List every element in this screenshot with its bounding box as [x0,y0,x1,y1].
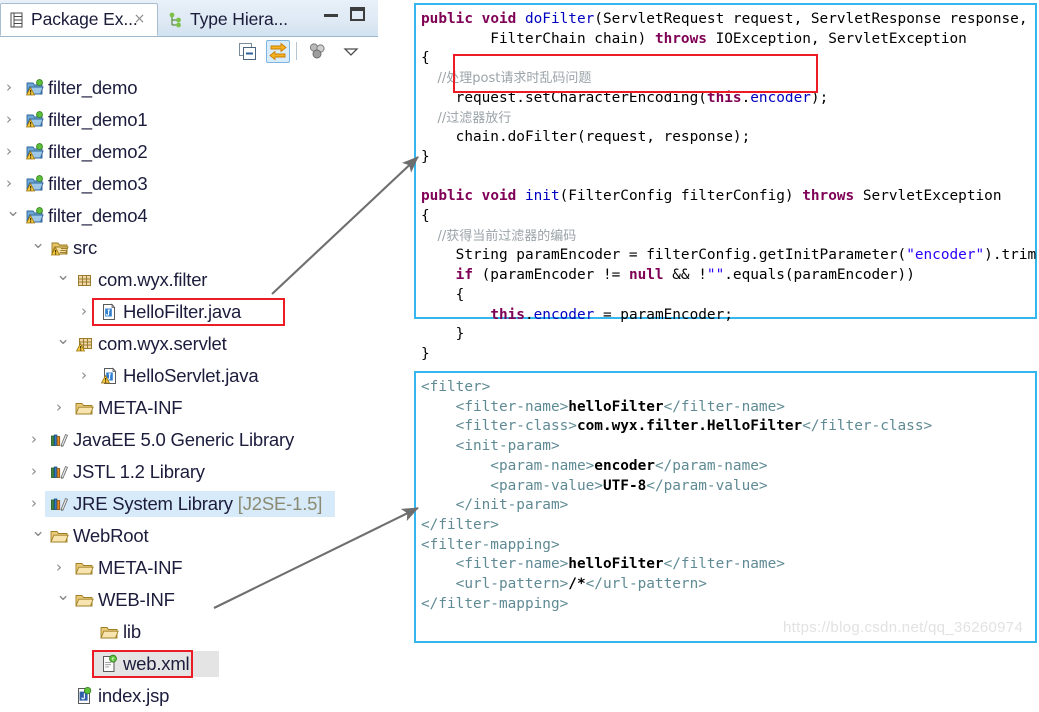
package-explorer-view: Package Ex... × Type Hiera... › filter_d… [0,0,400,706]
twisty-collapsed-icon[interactable]: › [56,400,68,415]
tree-item-filter-demo[interactable]: › filter_demo [0,72,400,104]
tab-close-icon[interactable]: × [133,12,146,26]
tree-item-com-wyx-filter[interactable]: ⌄ com.wyx.filter [0,264,400,296]
twisty-collapsed-icon[interactable]: › [31,496,43,511]
twisty-collapsed-icon[interactable]: › [6,176,18,191]
twisty-collapsed-icon[interactable]: › [6,112,18,127]
library-icon [49,494,69,514]
tree-item-lib[interactable]: lib [0,616,400,648]
view-window-buttons [322,4,374,26]
folder-icon [74,558,94,578]
tree-item-jre-system-library[interactable]: › JRE System Library [J2SE-1.5] [0,488,400,520]
folder-icon [49,526,69,546]
tree-item-label: JRE System Library [J2SE-1.5] [73,493,323,514]
tree-item-meta-inf[interactable]: › META-INF [0,552,400,584]
tree-item-meta-inf[interactable]: › META-INF [0,392,400,424]
tab-label: Package Ex... [31,9,138,29]
tree-item-index-jsp[interactable]: index.jsp [0,680,400,712]
java-source-panel: public void doFilter(ServletRequest requ… [414,3,1039,362]
twisty-collapsed-icon[interactable]: › [31,432,43,447]
java-project-icon [24,78,44,98]
view-tabstrip: Package Ex... × Type Hiera... [0,0,378,37]
toolbar-separator [296,42,297,60]
java-project-icon [24,206,44,226]
tree-item-label: WebRoot [73,525,149,546]
twisty-expanded-icon[interactable]: ⌄ [31,523,45,540]
twisty-expanded-icon[interactable]: ⌄ [31,235,45,252]
link-with-editor-icon[interactable] [266,40,290,63]
screenshot-root: Package Ex... × Type Hiera... › filter_d… [0,0,1039,706]
tree-item-label: META-INF [98,397,183,418]
tree-item-label: WEB-INF [98,589,175,610]
tree-item-highlight-box [92,650,194,678]
tree-item-label: JSTL 1.2 Library [73,461,205,482]
tree-item-helloservlet-java[interactable]: › HelloServlet.java [0,360,400,392]
tree-item-label-suffix: [J2SE-1.5] [232,493,323,514]
library-icon [49,430,69,450]
tree-item-javaee-5-0-generic-library[interactable]: › JavaEE 5.0 Generic Library [0,424,400,456]
tab-label: Type Hiera... [190,9,288,29]
tree-item-jstl-1-2-library[interactable]: › JSTL 1.2 Library [0,456,400,488]
java-project-icon [24,174,44,194]
tree-item-hellofilter-java[interactable]: › HelloFilter.java [0,296,400,328]
tab-package-explorer[interactable]: Package Ex... × [0,3,158,36]
tree-item-label: com.wyx.servlet [98,333,227,354]
chevron-down-icon[interactable] [340,40,364,63]
twisty-collapsed-icon[interactable]: › [6,144,18,159]
folder-icon [74,398,94,418]
tree-item-filter-demo2[interactable]: › filter_demo2 [0,136,400,168]
tree-item-web-xml[interactable]: e web.xml [0,648,400,680]
twisty-expanded-icon[interactable]: ⌄ [56,587,70,604]
twisty-collapsed-icon[interactable]: › [81,368,93,383]
source-folder-icon [49,238,69,258]
package-warning-icon [74,334,94,354]
xml-code-text: <filter> <filter-name>helloFilter</filte… [421,379,933,612]
tree-item-label: META-INF [98,557,183,578]
twisty-collapsed-icon[interactable]: › [6,80,18,95]
tree-item-filter-demo4[interactable]: ⌄ filter_demo4 [0,200,400,232]
twisty-expanded-icon[interactable]: ⌄ [6,203,20,220]
view-toolbar [0,37,378,67]
java-file-warning-icon [99,366,119,386]
twisty-collapsed-icon[interactable]: › [56,560,68,575]
tree-item-label: src [73,237,98,258]
type-hierarchy-icon [168,12,184,28]
package-icon [74,270,94,290]
tree-item-label: HelloServlet.java [123,365,259,386]
tree-item-label: index.jsp [98,685,170,706]
twisty-expanded-icon[interactable]: ⌄ [56,331,70,348]
tree-item-highlight-box [92,298,286,326]
maximize-icon[interactable] [350,7,365,21]
tree-item-filter-demo1[interactable]: › filter_demo1 [0,104,400,136]
java-project-icon [24,110,44,130]
view-menu-icon[interactable] [306,40,330,63]
twisty-collapsed-icon[interactable]: › [31,464,43,479]
java-project-icon [24,142,44,162]
twisty-expanded-icon[interactable]: ⌄ [56,267,70,284]
tree-item-label: filter_demo4 [48,205,148,226]
tree-item-src[interactable]: ⌄ src [0,232,400,264]
tree-item-label: filter_demo [48,77,138,98]
tree-item-label: filter_demo2 [48,141,148,162]
tree-item-webroot[interactable]: ⌄ WebRoot [0,520,400,552]
tree-item-label: JavaEE 5.0 Generic Library [73,429,295,450]
tree-item-filter-demo3[interactable]: › filter_demo3 [0,168,400,200]
java-code-highlight-box [453,54,818,93]
tree-item-label: com.wyx.filter [98,269,208,290]
jsp-file-icon [74,686,94,706]
xml-source-panel: <filter> <filter-name>helloFilter</filte… [414,371,1037,643]
folder-icon [74,590,94,610]
minimize-icon[interactable] [324,14,338,17]
tree-item-label: filter_demo3 [48,173,148,194]
tree-item-label: lib [123,621,141,642]
folder-icon [99,622,119,642]
library-icon [49,462,69,482]
tree-item-com-wyx-servlet[interactable]: ⌄ com.wyx.servlet [0,328,400,360]
tree-item-web-inf[interactable]: ⌄ WEB-INF [0,584,400,616]
tree-item-label: filter_demo1 [48,109,148,130]
package-explorer-icon [9,12,25,28]
collapse-all-icon[interactable] [236,40,260,63]
watermark: https://blog.csdn.net/qq_36260974 [783,619,1024,636]
project-tree[interactable]: › filter_demo › filter_demo1 › filter_demo2 › f… [0,72,400,712]
